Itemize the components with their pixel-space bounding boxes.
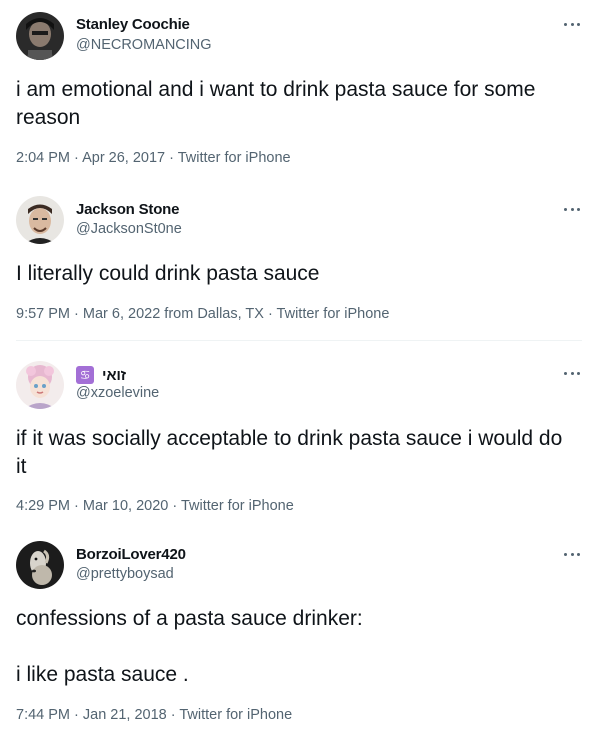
username[interactable]: @xzoelevine: [76, 385, 159, 401]
username[interactable]: @NECROMANCING: [76, 37, 212, 53]
profile-photo-icon: [16, 12, 64, 60]
tweet-timestamp[interactable]: 7:44 PM · Jan 21, 2018 · Twitter for iPh…: [16, 707, 292, 723]
divider: [16, 340, 582, 341]
display-name[interactable]: BorzoiLover420: [76, 546, 186, 563]
avatar[interactable]: [16, 196, 64, 244]
profile-photo-icon: [16, 196, 64, 244]
more-icon[interactable]: [564, 19, 580, 29]
zodiac-cancer-icon: ♋: [76, 366, 94, 384]
tweet-text: confessions of a pasta sauce drinker: i …: [16, 607, 363, 686]
avatar[interactable]: [16, 541, 64, 589]
tweet-timestamp[interactable]: 2:04 PM · Apr 26, 2017 · Twitter for iPh…: [16, 150, 291, 166]
borzoi-dog-photo-icon: [16, 541, 64, 589]
display-name[interactable]: ♋ זואי: [76, 366, 126, 384]
tweet-text: if it was socially acceptable to drink p…: [16, 427, 563, 478]
more-icon[interactable]: [564, 368, 580, 378]
more-icon[interactable]: [564, 204, 580, 214]
display-name[interactable]: Jackson Stone: [76, 201, 179, 218]
username[interactable]: @prettyboysad: [76, 566, 174, 582]
profile-illustration-icon: [16, 361, 64, 409]
display-name[interactable]: Stanley Coochie: [76, 16, 190, 33]
avatar[interactable]: [16, 12, 64, 60]
avatar[interactable]: [16, 361, 64, 409]
more-icon[interactable]: [564, 549, 580, 559]
tweet-text: I literally could drink pasta sauce: [16, 262, 320, 285]
tweet-text: i am emotional and i want to drink pasta…: [16, 78, 536, 129]
tweet-timestamp[interactable]: 9:57 PM · Mar 6, 2022 from Dallas, TX · …: [16, 306, 389, 322]
username[interactable]: @JacksonSt0ne: [76, 221, 182, 237]
tweet-timestamp[interactable]: 4:29 PM · Mar 10, 2020 · Twitter for iPh…: [16, 498, 294, 514]
